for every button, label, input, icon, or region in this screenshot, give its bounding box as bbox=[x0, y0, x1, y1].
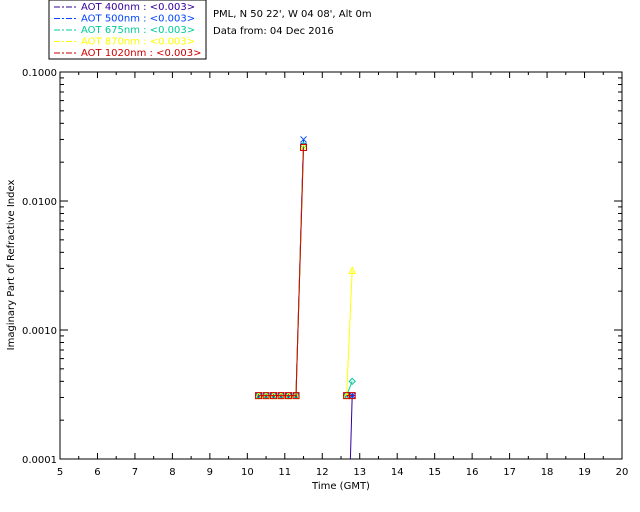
series-0 bbox=[255, 140, 356, 460]
x-tick-label: 13 bbox=[353, 467, 366, 478]
x-tick-label: 9 bbox=[207, 467, 213, 478]
y-tick-label: 0.0001 bbox=[22, 455, 57, 466]
date-info: Data from: 04 Dec 2016 bbox=[213, 26, 334, 37]
x-tick-label: 19 bbox=[578, 467, 591, 478]
plot-area bbox=[59, 71, 623, 460]
legend-label: AOT 870nm : <0.003> bbox=[81, 37, 195, 48]
x-tick-label: 10 bbox=[241, 467, 254, 478]
axes: 5 6 7 8 9 10 11 12 13 14 15 16 17 18 19 20 0.0001 0.0010 0… bbox=[22, 68, 628, 478]
series-line bbox=[346, 270, 353, 396]
x-tick-label: 20 bbox=[616, 467, 629, 478]
x-tick-label: 16 bbox=[466, 467, 479, 478]
series-line bbox=[258, 147, 304, 397]
y-tick-label: 0.1000 bbox=[22, 68, 57, 79]
y-tick-label: 0.0100 bbox=[22, 197, 57, 208]
legend-label: AOT 500nm : <0.003> bbox=[81, 14, 195, 25]
y-axis-label: Imaginary Part of Refractive Index bbox=[6, 180, 17, 351]
x-tick-label: 14 bbox=[391, 467, 404, 478]
y-tick-label: 0.0010 bbox=[22, 326, 57, 337]
series-group bbox=[254, 136, 357, 460]
chart: AOT 400nm : <0.003>AOT 500nm : <0.003>AO… bbox=[6, 0, 628, 492]
x-tick-label: 11 bbox=[278, 467, 291, 478]
series-line bbox=[349, 395, 353, 460]
x-tick-label: 6 bbox=[94, 467, 100, 478]
x-tick-label: 5 bbox=[57, 467, 63, 478]
series-1 bbox=[255, 136, 356, 399]
series-2 bbox=[254, 141, 356, 400]
x-tick-label: 18 bbox=[541, 467, 554, 478]
x-tick-label: 15 bbox=[428, 467, 441, 478]
x-tick-label: 12 bbox=[316, 467, 329, 478]
series-3 bbox=[254, 143, 357, 400]
site-info: PML, N 50 22', W 04 08', Alt 0m bbox=[213, 9, 372, 20]
x-tick-label: 8 bbox=[169, 467, 175, 478]
legend-label: AOT 675nm : <0.003> bbox=[81, 25, 195, 36]
x-tick-label: 7 bbox=[132, 467, 138, 478]
legend-label: AOT 400nm : <0.003> bbox=[81, 2, 195, 13]
series-4 bbox=[255, 143, 356, 400]
x-axis-label: Time (GMT) bbox=[311, 481, 370, 492]
legend-label: AOT 1020nm : <0.003> bbox=[81, 48, 201, 59]
x-tick-label: 17 bbox=[503, 467, 516, 478]
